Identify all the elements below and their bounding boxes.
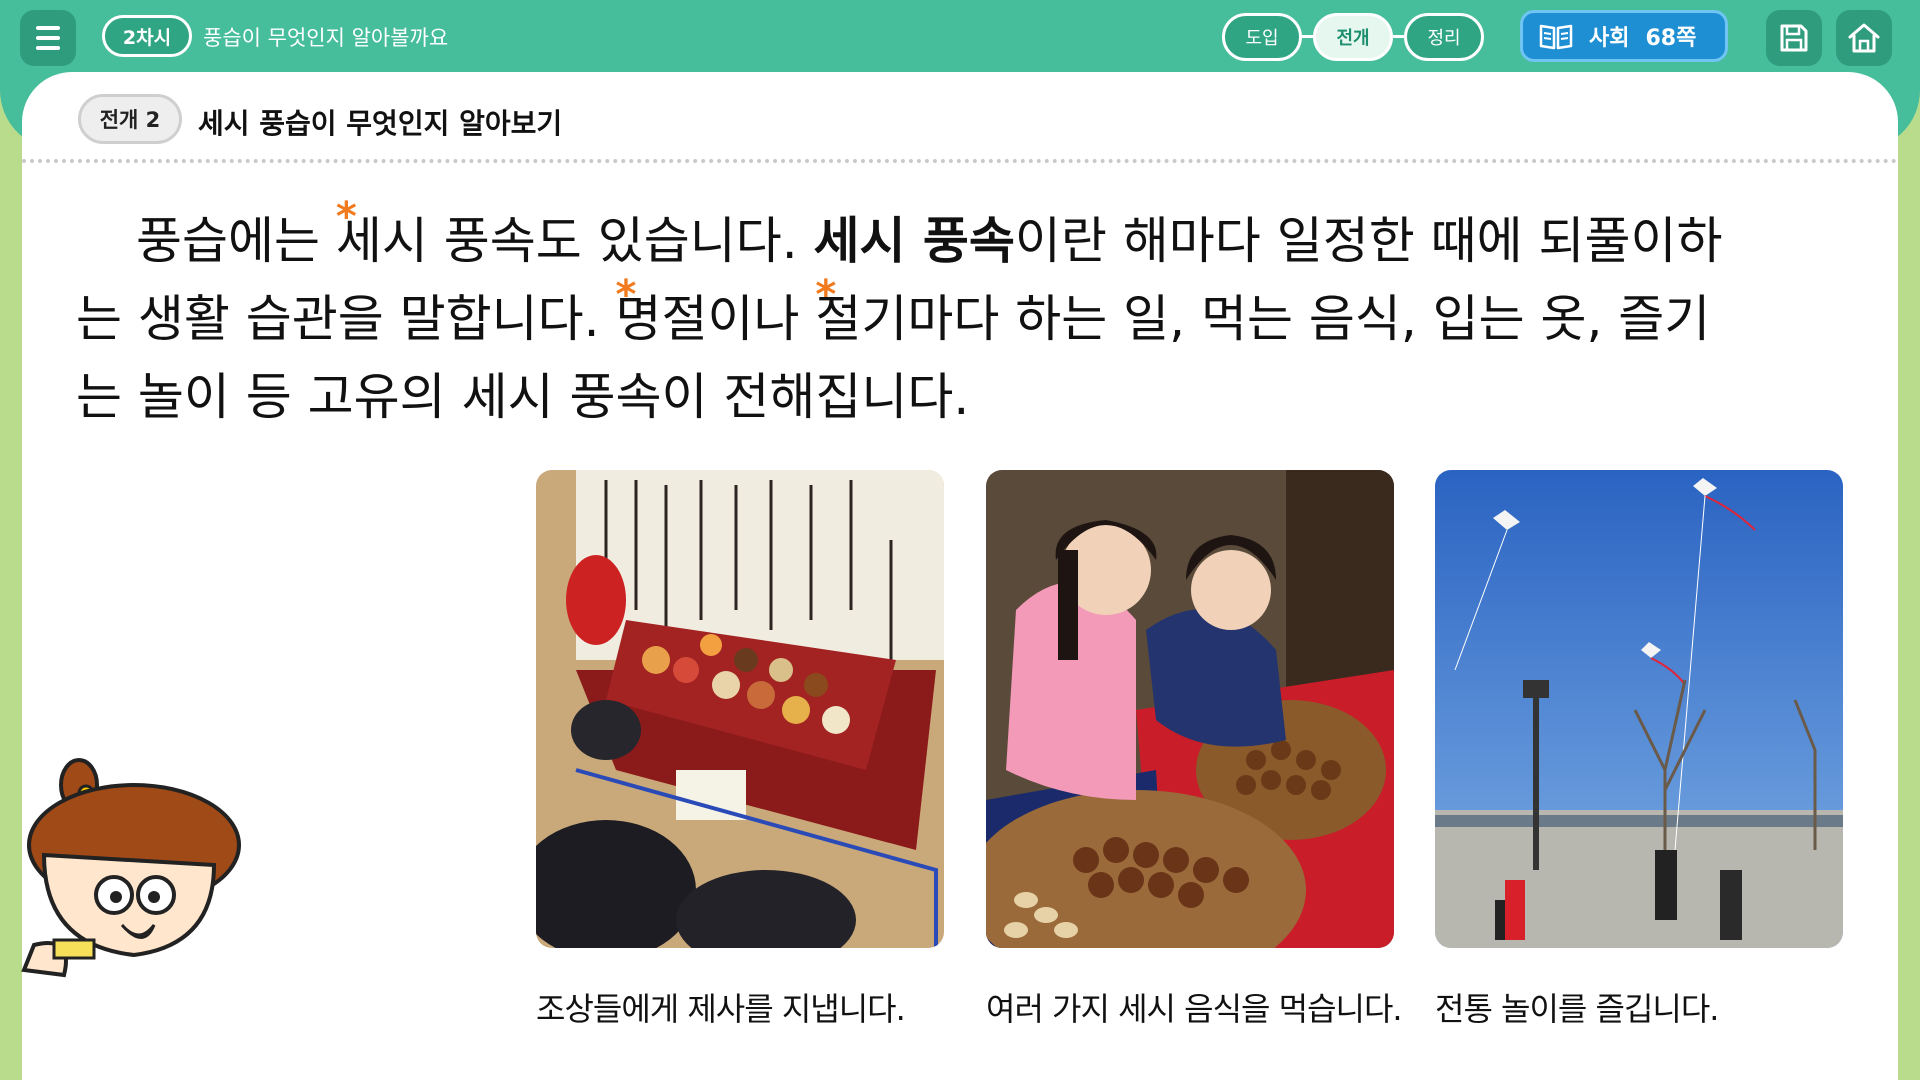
photo-caption: 전통 놀이를 즐깁니다. [1435,990,1719,1028]
step-summary[interactable]: 정리 [1404,13,1484,61]
glossary-term-star[interactable]: 세 [336,212,382,270]
home-icon [1848,23,1880,53]
save-icon [1780,24,1808,52]
menu-button[interactable] [20,10,76,66]
cartoon-character [21,758,241,978]
content-card: 전개 2 세시 풍습이 무엇인지 알아보기 풍습에는 세시 풍속도 있습니다. … [22,72,1898,1080]
glossary-term-star[interactable]: 절 [815,290,861,348]
key-term: 세시 풍속 [813,212,1015,270]
section-badge: 전개 2 [78,94,182,144]
save-button[interactable] [1766,10,1822,66]
step-development[interactable]: 전개 [1313,13,1393,61]
lesson-steps: 도입 전개 정리 [1222,13,1484,61]
step-intro[interactable]: 도입 [1222,13,1302,61]
glossary-term-star[interactable]: 명 [615,290,661,348]
photo-caption: 여러 가지 세시 음식을 먹습니다. [986,990,1403,1028]
lesson-title: 풍습이 무엇인지 알아볼까요 [203,26,449,50]
section-title: 세시 풍습이 무엇인지 알아보기 [198,107,563,140]
textbook-subject: 사회 [1589,26,1630,51]
paragraph-line-2: 는 생활 습관을 말합니다. 명절이나 절기마다 하는 일, 먹는 음식, 입는… [76,280,1876,358]
photo-seasonal-food [986,470,1394,948]
textbook-page: 68쪽 [1645,26,1697,51]
photo-caption: 조상들에게 제사를 지냅니다. [536,990,906,1028]
main-paragraph: 풍습에는 세시 풍속도 있습니다. 세시 풍속이란 해마다 일정한 때에 되풀이… [76,202,1876,436]
open-book-icon [1539,24,1573,50]
photo-ancestral-rite [536,470,944,948]
hamburger-icon [36,26,60,30]
textbook-button[interactable]: 사회 68쪽 [1520,10,1728,62]
lesson-badge: 2차시 [102,15,192,57]
section-divider [22,159,1898,163]
home-button[interactable] [1836,10,1892,66]
paragraph-line-3: 는 놀이 등 고유의 세시 풍속이 전해집니다. [76,368,970,426]
photo-traditional-game [1435,470,1843,948]
paragraph-line-1: 풍습에는 세시 풍속도 있습니다. 세시 풍속이란 해마다 일정한 때에 되풀이… [76,202,1876,280]
